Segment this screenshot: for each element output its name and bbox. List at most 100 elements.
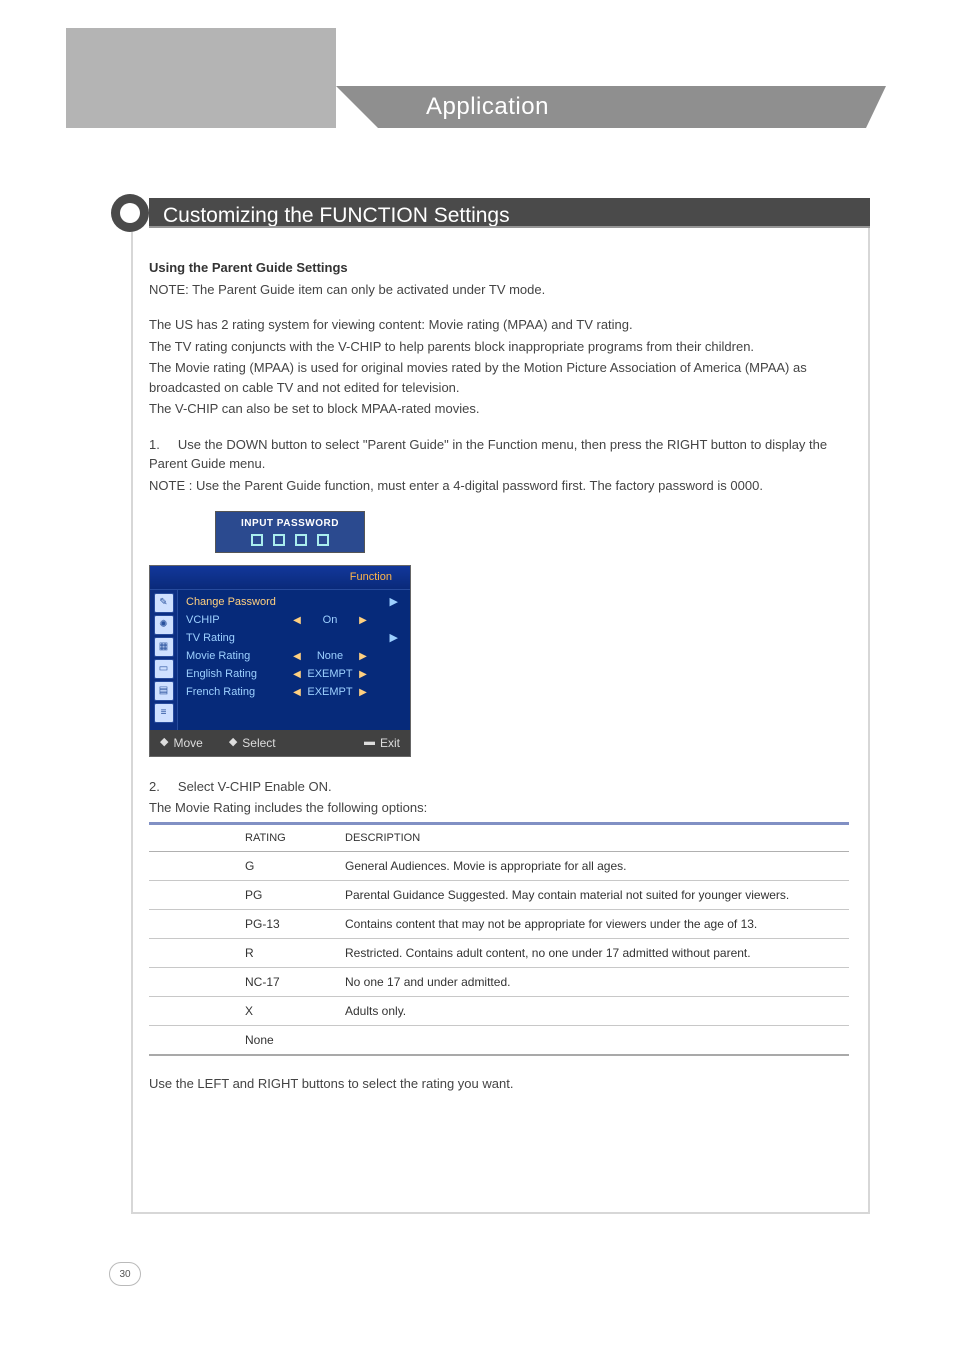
cell-rating: G (149, 852, 339, 881)
note-2: NOTE : Use the Parent Guide function, mu… (149, 476, 849, 496)
osd-label: Change Password (186, 594, 292, 611)
content-border-bottom (131, 1212, 870, 1214)
osd-value: EXEMPT (302, 666, 358, 683)
step-2-sub: The Movie Rating includes the following … (149, 798, 849, 818)
section-heading: Customizing the FUNCTION Settings (149, 198, 524, 228)
password-box: INPUT PASSWORD (215, 511, 365, 553)
table-row: None (149, 1026, 849, 1056)
menu-icon: ▤ (154, 681, 174, 701)
osd-value: EXEMPT (302, 684, 358, 701)
cell-desc: Restricted. Contains adult content, no o… (339, 939, 849, 968)
paragraph-1: The US has 2 rating system for viewing c… (149, 315, 849, 335)
note-1: NOTE: The Parent Guide item can only be … (149, 280, 849, 300)
osd-function-menu: Function ✎ ✺ ▦ ▭ ▤ ≡ Change Password ▶ V… (149, 565, 411, 757)
content-border-left (131, 228, 133, 1213)
step-2-num: 2. (149, 779, 160, 794)
step-1-num: 1. (149, 437, 160, 452)
osd-icon-column: ✎ ✺ ▦ ▭ ▤ ≡ (150, 590, 178, 730)
osd-foot-move: Move (173, 734, 202, 752)
table-row: XAdults only. (149, 997, 849, 1026)
paragraph-2: The TV rating conjuncts with the V-CHIP … (149, 337, 849, 357)
arrow-left-icon: ◀ (292, 667, 302, 682)
section-bullet-icon (111, 194, 149, 232)
osd-list: Change Password ▶ VCHIP ◀ On ▶ TV Rating… (178, 590, 410, 730)
header-tab: Application (66, 86, 866, 128)
updown-icon: ◆ (160, 734, 168, 751)
table-row: RRestricted. Contains adult content, no … (149, 939, 849, 968)
osd-row-movie-rating: Movie Rating ◀ None ▶ (186, 648, 402, 666)
header-tab-left (66, 86, 336, 128)
menu-icon: ▦ (154, 637, 174, 657)
page-number: 30 (109, 1262, 141, 1286)
password-cell (273, 534, 285, 546)
step-2: 2. Select V-CHIP Enable ON. (149, 777, 849, 797)
ratings-table: RATING DESCRIPTION GGeneral Audiences. M… (149, 822, 849, 1057)
section-underline (149, 226, 870, 228)
password-cells (216, 534, 364, 546)
content-border-right (868, 228, 870, 1214)
content-area: Using the Parent Guide Settings NOTE: Th… (149, 258, 849, 1096)
menu-icon: ✎ (154, 593, 174, 613)
arrow-right-icon: ▶ (358, 649, 368, 664)
menu-icon: ✺ (154, 615, 174, 635)
password-cell (317, 534, 329, 546)
header-tab-title: Application (336, 86, 866, 128)
cell-desc: Adults only. (339, 997, 849, 1026)
osd-foot-select: Select (242, 734, 275, 752)
arrow-left-icon: ◀ (292, 685, 302, 700)
paragraph-4: The V-CHIP can also be set to block MPAA… (149, 399, 849, 419)
osd-foot-exit: Exit (380, 734, 400, 752)
cell-desc: Parental Guidance Suggested. May contain… (339, 881, 849, 910)
osd-label: English Rating (186, 666, 292, 683)
osd-label: French Rating (186, 684, 292, 701)
step-2-text: Select V-CHIP Enable ON. (178, 779, 332, 794)
osd-row-tv-rating: TV Rating ▶ (186, 630, 402, 648)
osd-value: None (302, 648, 358, 665)
osd-row-english-rating: English Rating ◀ EXEMPT ▶ (186, 666, 402, 684)
osd-footer: ◆Move ◆Select ▬Exit (150, 730, 410, 756)
osd-label: Movie Rating (186, 648, 292, 665)
cell-desc (339, 1026, 849, 1056)
header-gray-block (66, 28, 336, 86)
password-cell (251, 534, 263, 546)
menu-icon: ▭ (154, 659, 174, 679)
osd-title: Function (150, 566, 410, 590)
arrow-right-icon: ▶ (390, 594, 402, 611)
cell-desc: General Audiences. Movie is appropriate … (339, 852, 849, 881)
arrow-right-icon: ▶ (358, 667, 368, 682)
paragraph-3: The Movie rating (MPAA) is used for orig… (149, 358, 849, 397)
cell-rating: NC-17 (149, 968, 339, 997)
arrow-left-icon: ◀ (292, 649, 302, 664)
cell-desc: No one 17 and under admitted. (339, 968, 849, 997)
arrow-right-icon: ▶ (358, 613, 368, 628)
password-cell (295, 534, 307, 546)
table-header-row: RATING DESCRIPTION (149, 823, 849, 852)
section-heading-bar: Customizing the FUNCTION Settings (149, 198, 870, 228)
cell-rating: PG-13 (149, 910, 339, 939)
password-box-title: INPUT PASSWORD (216, 516, 364, 531)
exit-icon: ▬ (364, 734, 375, 751)
header-title-text: Application (426, 89, 549, 125)
step-1-text: Use the DOWN button to select "Parent Gu… (149, 437, 827, 472)
osd-value: On (302, 612, 358, 629)
subtitle: Using the Parent Guide Settings (149, 260, 348, 275)
cell-rating: X (149, 997, 339, 1026)
table-row: PGParental Guidance Suggested. May conta… (149, 881, 849, 910)
col-description: DESCRIPTION (339, 823, 849, 852)
osd-row-french-rating: French Rating ◀ EXEMPT ▶ (186, 684, 402, 702)
footer-instruction: Use the LEFT and RIGHT buttons to select… (149, 1074, 849, 1094)
osd-row-change-password: Change Password ▶ (186, 594, 402, 612)
arrow-right-icon: ▶ (390, 630, 402, 647)
osd-row-vchip: VCHIP ◀ On ▶ (186, 612, 402, 630)
table-row: PG-13Contains content that may not be ap… (149, 910, 849, 939)
menu-icon: ≡ (154, 703, 174, 723)
cell-rating: PG (149, 881, 339, 910)
col-rating: RATING (149, 823, 339, 852)
arrow-left-icon: ◀ (292, 613, 302, 628)
table-row: GGeneral Audiences. Movie is appropriate… (149, 852, 849, 881)
cell-desc: Contains content that may not be appropr… (339, 910, 849, 939)
cell-rating: None (149, 1026, 339, 1056)
arrow-right-icon: ▶ (358, 685, 368, 700)
step-1: 1. Use the DOWN button to select "Parent… (149, 435, 849, 474)
osd-label: TV Rating (186, 630, 292, 647)
